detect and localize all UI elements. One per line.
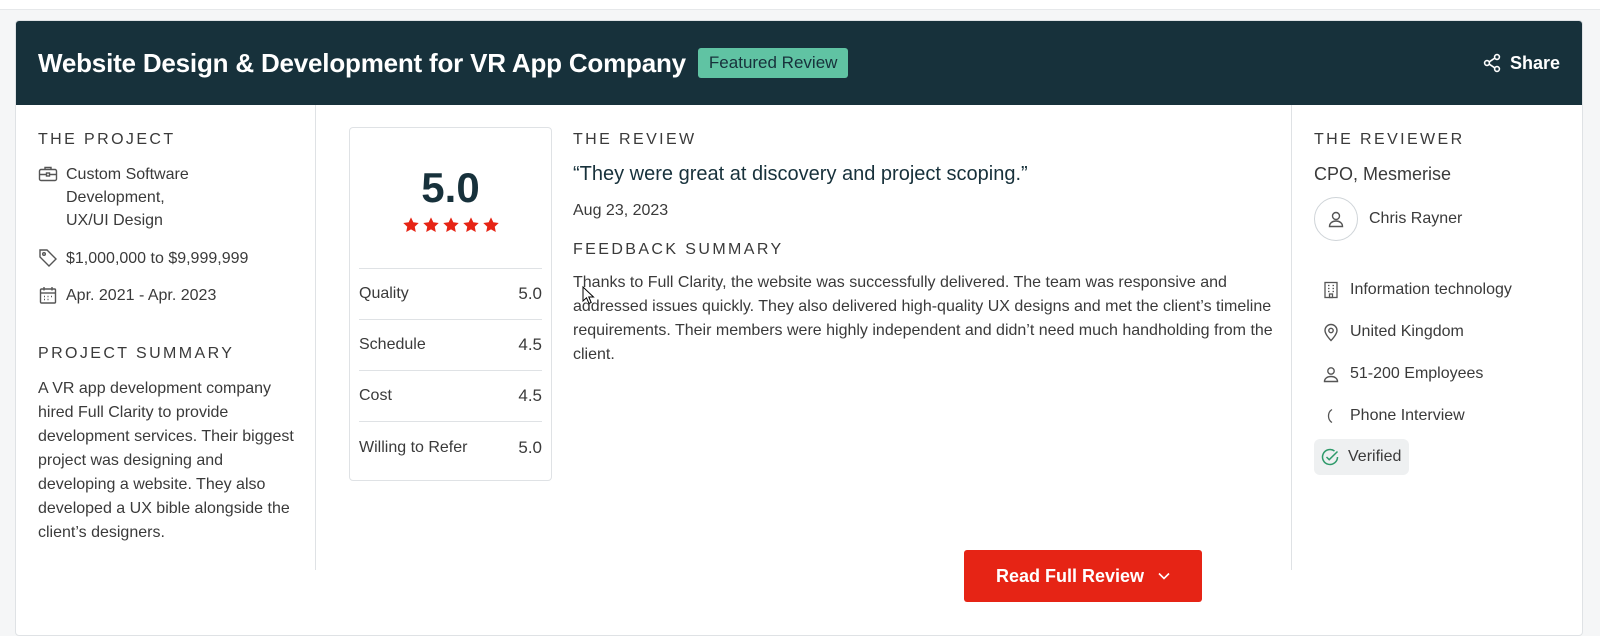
company-size-text: 51-200 Employees [1350,365,1484,382]
price-tag-icon [38,247,58,269]
reviewer-industry: Information technology [1314,269,1562,311]
project-dates: Apr. 2021 - Apr. 2023 [38,284,293,307]
read-full-review-label: Read Full Review [995,565,1145,586]
reviewer-name: Chris Rayner [1369,210,1463,227]
user-icon [1328,211,1344,228]
rating-metric-row: Willing to Refer 5.0 [359,422,542,473]
review-content: THE REVIEW “They were great at discovery… [573,131,1273,367]
reviewer-column: THE REVIEWER CPO, Mesmerise Chris Rayner [1291,105,1582,570]
briefcase-icon [38,163,58,185]
rating-metric-row: Schedule 4.5 [359,320,542,371]
review-header: Website Design & Development for VR App … [16,21,1582,105]
project-summary-text: A VR app development company hired Full … [38,380,294,541]
reviewer-company-size: 51-200 Employees [1314,353,1562,395]
project-budget: $1,000,000 to $9,999,999 [38,247,293,270]
rating-metric-row: Quality 5.0 [359,269,542,320]
rating-metrics: Quality 5.0 Schedule 4.5 Cost 4.5 Willing to R… [359,268,542,473]
review-date: Aug 23, 2023 [573,202,669,219]
reviewer-interview-type: Phone Interview [1314,395,1562,437]
metric-value: 5.0 [518,284,542,303]
verified-text: Verified [1348,448,1402,465]
star-icon [462,217,479,233]
reviewer-section-label: THE REVIEWER [1314,131,1465,148]
reviewer-facts: Information technology United Kingdom 51… [1314,269,1562,475]
chevron-down-icon [1158,572,1170,580]
building-icon [1320,281,1342,299]
avatar [1314,197,1358,241]
metric-value: 5.0 [518,437,542,457]
share-icon [1483,53,1501,73]
services-line-2: Development, [66,189,165,206]
phone-icon [1320,407,1342,425]
featured-badge: Featured Review [697,48,849,78]
services-line-1: Custom Software [66,166,189,183]
review-body: THE PROJECT Custom Software Development,… [16,105,1582,635]
project-column: THE PROJECT Custom Software Development,… [16,105,316,570]
review-quote: “They were great at discovery and projec… [573,163,1028,185]
industry-text: Information technology [1350,281,1512,298]
review-title: Website Design & Development for VR App … [38,47,686,78]
share-label: Share [1509,52,1560,73]
star-icon [482,217,499,233]
rating-box: 5.0 Quality 5.0 Schedule 4.5 Cost 4.5 Willing … [349,127,552,481]
review-column: 5.0 Quality 5.0 Schedule 4.5 Cost 4.5 Willing … [316,105,1291,602]
star-icon [402,217,419,233]
check-circle-icon [1320,447,1340,467]
read-full-review-button[interactable]: Read Full Review [964,550,1202,602]
share-button[interactable]: Share [1482,21,1560,105]
verified-badge: Verified [1314,439,1410,475]
metric-label: Willing to Refer [359,438,468,456]
interview-text: Phone Interview [1350,407,1465,424]
feedback-summary-label: FEEDBACK SUMMARY [573,241,784,258]
project-summary-label: PROJECT SUMMARY [38,345,235,362]
metric-value: 4.5 [518,335,542,354]
location-text: United Kingdom [1350,323,1464,340]
location-pin-icon [1320,323,1342,342]
budget-text: $1,000,000 to $9,999,999 [66,250,249,267]
feedback-summary-text: Thanks to Full Clarity, the website was … [573,274,1273,363]
star-rating [350,216,551,234]
project-section-label: THE PROJECT [38,131,176,148]
metric-label: Quality [359,285,409,302]
overall-score: 5.0 [421,164,480,211]
reviewer-title: CPO, Mesmerise [1314,164,1452,184]
person-icon [1320,365,1342,383]
review-section-label: THE REVIEW [573,131,697,148]
reviewer-location: United Kingdom [1314,311,1562,353]
metric-value: 4.5 [518,386,542,405]
reviewer-person: Chris Rayner [1314,197,1562,241]
review-card: Website Design & Development for VR App … [15,20,1583,636]
dates-text: Apr. 2021 - Apr. 2023 [66,287,217,304]
mouse-cursor-icon [582,286,595,305]
metric-label: Cost [359,387,392,404]
metric-label: Schedule [359,336,426,353]
calendar-icon [38,284,58,306]
top-strip [0,0,1600,10]
star-icon [442,217,459,233]
star-icon [422,217,439,233]
project-services: Custom Software Development, UX/UI Desig… [38,163,293,232]
rating-metric-row: Cost 4.5 [359,371,542,422]
services-line-3: UX/UI Design [66,212,163,229]
